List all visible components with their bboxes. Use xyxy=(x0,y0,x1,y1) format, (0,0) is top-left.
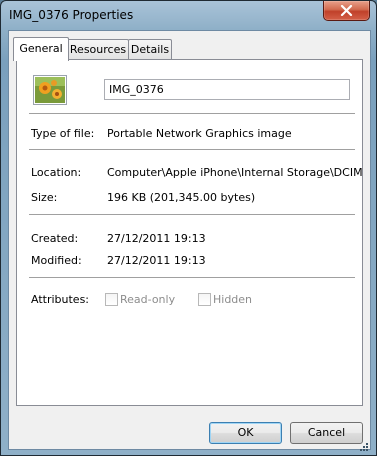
size-label: Size: xyxy=(31,191,58,204)
created-label: Created: xyxy=(31,232,79,245)
dialog-client-area: General Resources Details IMG_0376 Type … xyxy=(8,30,371,450)
close-button[interactable] xyxy=(323,1,370,21)
attributes-label: Attributes: xyxy=(31,293,90,306)
location-value: Computer\Apple iPhone\Internal Storage\D… xyxy=(107,166,362,179)
readonly-checkbox-label: Read-only xyxy=(120,293,176,306)
tab-resources[interactable]: Resources xyxy=(67,39,129,60)
separator xyxy=(29,277,355,278)
hidden-checkbox[interactable] xyxy=(198,293,211,306)
hidden-checkbox-label: Hidden xyxy=(213,293,253,306)
resize-grip-icon[interactable] xyxy=(357,442,369,454)
modified-value: 27/12/2011 19:13 xyxy=(107,254,206,267)
cancel-button[interactable]: Cancel xyxy=(290,422,363,444)
ok-button[interactable]: OK xyxy=(209,422,282,444)
general-panel: IMG_0376 Type of file: Portable Network … xyxy=(16,59,363,406)
separator xyxy=(29,113,355,114)
type-of-file-value: Portable Network Graphics image xyxy=(107,127,292,140)
separator xyxy=(29,214,355,215)
file-name-field[interactable]: IMG_0376 xyxy=(104,79,350,100)
type-of-file-label: Type of file: xyxy=(31,127,95,140)
location-label: Location: xyxy=(31,166,82,179)
tab-details[interactable]: Details xyxy=(128,39,172,60)
separator xyxy=(29,149,355,150)
close-icon xyxy=(340,5,353,16)
title-bar[interactable]: IMG_0376 Properties xyxy=(1,1,376,31)
tab-general[interactable]: General xyxy=(13,37,69,61)
image-thumbnail-icon xyxy=(33,75,67,105)
window-title: IMG_0376 Properties xyxy=(9,8,134,22)
size-value: 196 KB (201,345.00 bytes) xyxy=(107,191,256,204)
properties-window: IMG_0376 Properties General Resources De… xyxy=(0,0,377,456)
readonly-checkbox[interactable] xyxy=(105,293,118,306)
created-value: 27/12/2011 19:13 xyxy=(107,232,206,245)
modified-label: Modified: xyxy=(31,254,82,267)
